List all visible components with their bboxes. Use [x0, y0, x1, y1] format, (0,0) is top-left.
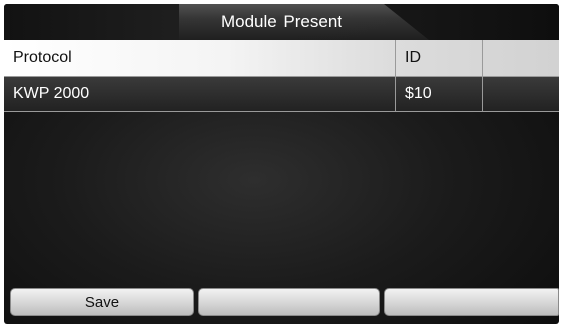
table-row[interactable]: KWP 2000 $10 — [4, 77, 559, 112]
title-bar: Module Present — [4, 4, 559, 40]
function-button-2[interactable] — [198, 288, 380, 316]
module-table: Protocol ID KWP 2000 $10 — [4, 40, 559, 112]
id-cell: $10 — [395, 77, 482, 111]
save-button[interactable]: Save — [10, 288, 194, 316]
column-header-protocol: Protocol — [13, 49, 72, 66]
function-key-bar: Save — [10, 288, 559, 316]
table-header-row: Protocol ID — [4, 40, 559, 77]
column-header-id: ID — [395, 40, 482, 76]
protocol-cell: KWP 2000 — [13, 85, 90, 102]
scan-tool-screen: Module Present Protocol ID KWP 2000 $10 … — [4, 4, 559, 324]
function-button-3[interactable] — [384, 288, 559, 316]
empty-cell — [482, 77, 559, 111]
page-title: Module Present — [220, 12, 343, 31]
column-header-empty — [482, 40, 559, 76]
